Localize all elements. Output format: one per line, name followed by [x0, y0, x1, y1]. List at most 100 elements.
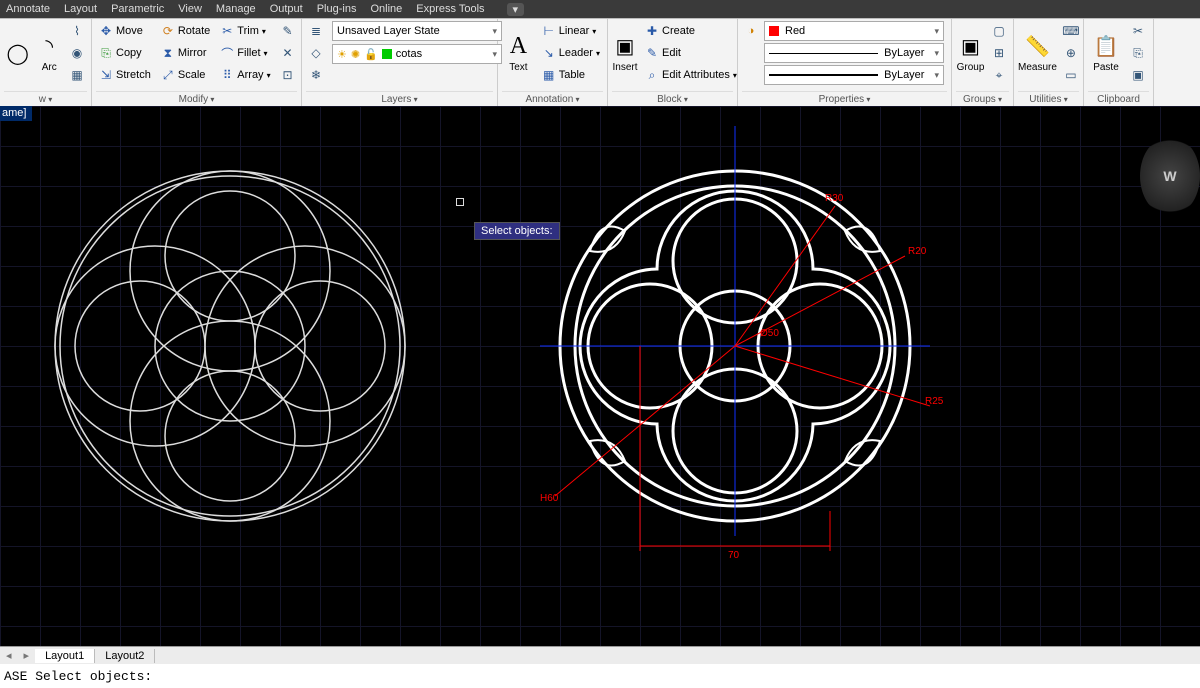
lineweight-preview — [769, 74, 878, 76]
dim-h60: H60 — [540, 493, 559, 504]
panel-utilities-title[interactable]: Utilities — [1018, 91, 1079, 106]
draw-extras: ⌇ ◉ ▦ — [67, 21, 87, 85]
copyclip-icon[interactable]: ⎘ — [1128, 43, 1148, 63]
group-button[interactable]: ▣ Group — [956, 21, 985, 85]
layer-state-dropdown[interactable]: Unsaved Layer State — [332, 21, 502, 41]
panel-layers: ≣ ◇ ❄ Unsaved Layer State ☀ ✺ 🔓 cotas La… — [302, 19, 498, 106]
menu-online[interactable]: Online — [370, 3, 402, 15]
layer-color-swatch — [382, 49, 392, 59]
lineweight-label: ByLayer — [884, 69, 924, 81]
rotate-button[interactable]: ⟳Rotate — [158, 21, 213, 41]
layer-current-dropdown[interactable]: ☀ ✺ 🔓 cotas — [332, 44, 502, 64]
move-button[interactable]: ✥Move — [96, 21, 154, 41]
group-select-icon[interactable]: ⌖ — [989, 65, 1009, 85]
polyline-icon[interactable]: ⌇ — [67, 21, 87, 41]
edit-attributes-button[interactable]: ⌕Edit Attributes▾ — [642, 65, 740, 85]
text-button[interactable]: A Text — [502, 21, 535, 85]
circle-icon: ◯ — [5, 40, 31, 66]
mirror-button[interactable]: ⧗Mirror — [158, 43, 213, 63]
panel-annotation: A Text ⊢Linear▾ ↘Leader▾ ▦Table Annotati… — [498, 19, 608, 106]
offset-icon[interactable]: ⊡ — [278, 65, 298, 85]
stretch-button[interactable]: ⇲Stretch — [96, 65, 154, 85]
tab-layout2[interactable]: Layout2 — [95, 649, 155, 663]
text-icon: A — [505, 34, 531, 60]
menu-express-tools[interactable]: Express Tools — [416, 3, 484, 15]
linear-icon: ⊢ — [542, 24, 556, 38]
table-button[interactable]: ▦Table — [539, 65, 603, 85]
attrib-icon: ⌕ — [645, 68, 659, 82]
match-props-icon[interactable]: ◑ — [742, 25, 760, 37]
scale-button[interactable]: ⤢Scale — [158, 65, 213, 85]
drawing-canvas[interactable]: ame] — [0, 106, 1200, 646]
measure-label: Measure — [1018, 62, 1057, 73]
circle-button[interactable]: ◯ — [4, 21, 32, 85]
dim-r20: R20 — [908, 246, 927, 257]
table-icon: ▦ — [542, 68, 556, 82]
panel-groups-title[interactable]: Groups — [956, 91, 1009, 106]
layer-props-icon[interactable]: ≣ — [306, 21, 326, 41]
layer-name-label: cotas — [396, 48, 422, 60]
panel-layers-title[interactable]: Layers — [306, 91, 493, 106]
menu-annotate[interactable]: Annotate — [6, 3, 50, 15]
panel-block-title[interactable]: Block — [612, 91, 733, 106]
cut-icon[interactable]: ✂ — [1128, 21, 1148, 41]
paste-icon: 📋 — [1093, 34, 1119, 60]
fillet-button[interactable]: ⌒Fillet▾ — [217, 43, 273, 63]
group-edit-icon[interactable]: ⊞ — [989, 43, 1009, 63]
rotate-icon: ⟳ — [161, 24, 175, 38]
trim-icon: ✂ — [220, 24, 234, 38]
menu-manage[interactable]: Manage — [216, 3, 256, 15]
measure-button[interactable]: 📏 Measure — [1018, 21, 1057, 85]
modify-extras: ✎ ✕ ⊡ — [278, 21, 298, 85]
copy-icon: ⎘ — [99, 46, 113, 60]
dim-r25: R25 — [925, 396, 944, 407]
layer-freeze-icon[interactable]: ❄ — [306, 65, 326, 85]
panel-modify-title[interactable]: Modify — [96, 91, 297, 106]
linetype-dropdown[interactable]: ByLayer — [764, 43, 944, 63]
text-label: Text — [509, 62, 527, 73]
array-button[interactable]: ⠿Array▾ — [217, 65, 273, 85]
panel-modify: ✥Move ⎘Copy ⇲Stretch ⟳Rotate ⧗Mirror ⤢Sc… — [92, 19, 302, 106]
pasteblock-icon[interactable]: ▣ — [1128, 65, 1148, 85]
arc-button[interactable]: ◝ Arc — [36, 21, 64, 85]
explode-icon[interactable]: ✕ — [278, 43, 298, 63]
insert-button[interactable]: ▣ Insert — [612, 21, 638, 85]
group-icon: ▣ — [958, 34, 984, 60]
leader-button[interactable]: ↘Leader▾ — [539, 43, 603, 63]
select-all-icon[interactable]: ▭ — [1061, 65, 1081, 85]
linear-button[interactable]: ⊢Linear▾ — [539, 21, 603, 41]
panel-draw-title[interactable]: w — [4, 91, 87, 106]
tab-next-icon[interactable]: ▸ — [18, 649, 36, 662]
tab-layout1[interactable]: Layout1 — [35, 649, 95, 663]
menu-plugins[interactable]: Plug-ins — [317, 3, 357, 15]
layout-tabs: ◂ ▸ Layout1 Layout2 — [0, 646, 1200, 664]
tab-prev-icon[interactable]: ◂ — [0, 649, 18, 662]
ungroup-icon[interactable]: ▢ — [989, 21, 1009, 41]
erase-icon[interactable]: ✎ — [278, 21, 298, 41]
color-dropdown[interactable]: Red — [764, 21, 944, 41]
panel-properties-title[interactable]: Properties — [742, 91, 947, 106]
menu-layout[interactable]: Layout — [64, 3, 97, 15]
menu-view[interactable]: View — [178, 3, 202, 15]
mirror-icon: ⧗ — [161, 46, 175, 60]
panel-annotation-title[interactable]: Annotation — [502, 91, 603, 106]
command-line[interactable]: ASE Select objects: — [0, 664, 1200, 688]
lineweight-dropdown[interactable]: ByLayer — [764, 65, 944, 85]
ribbon: ◯ ◝ Arc ⌇ ◉ ▦ w ✥Move ⎘Copy ⇲Stretch ⟳Ro… — [0, 18, 1200, 106]
menu-overflow-icon[interactable]: ▾ — [507, 3, 525, 16]
create-button[interactable]: ✚Create — [642, 21, 740, 41]
menu-parametric[interactable]: Parametric — [111, 3, 164, 15]
view-cube[interactable]: W — [1140, 136, 1200, 216]
paste-button[interactable]: 📋 Paste — [1088, 21, 1124, 85]
id-point-icon[interactable]: ⊕ — [1061, 43, 1081, 63]
ellipse-icon[interactable]: ◉ — [67, 43, 87, 63]
menu-output[interactable]: Output — [270, 3, 303, 15]
command-tooltip: Select objects: — [474, 222, 560, 240]
quickcalc-icon[interactable]: ⌨ — [1061, 21, 1081, 41]
layer-iso-icon[interactable]: ◇ — [306, 43, 326, 63]
hatch-icon[interactable]: ▦ — [67, 65, 87, 85]
edit-button[interactable]: ✎Edit — [642, 43, 740, 63]
trim-button[interactable]: ✂Trim▾ — [217, 21, 273, 41]
edit-icon: ✎ — [645, 46, 659, 60]
copy-button[interactable]: ⎘Copy — [96, 43, 154, 63]
